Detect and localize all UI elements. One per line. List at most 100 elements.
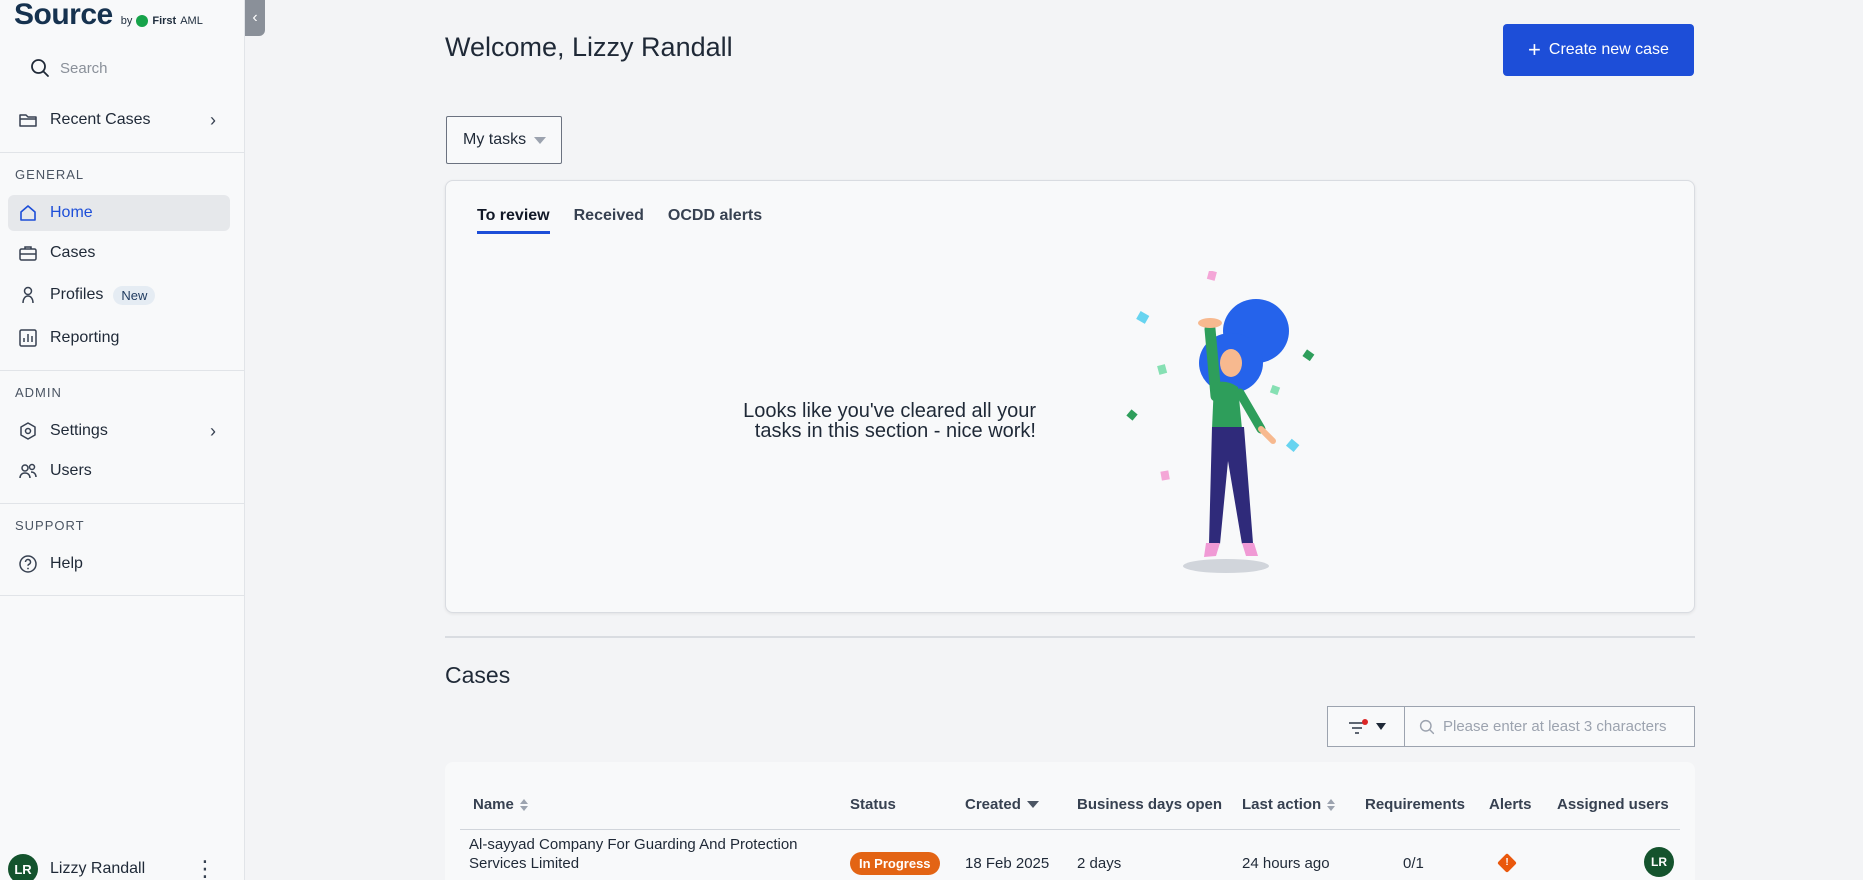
create-new-case-button[interactable]: + Create new case bbox=[1503, 24, 1694, 76]
chevron-right-icon: › bbox=[210, 109, 216, 130]
more-vertical-icon[interactable]: ⋮ bbox=[194, 858, 216, 880]
sidebar-item-settings[interactable]: Settings › bbox=[8, 413, 230, 449]
sidebar-divider bbox=[0, 503, 245, 504]
plus-icon: + bbox=[1528, 37, 1541, 62]
logo-brand: First bbox=[152, 15, 177, 27]
empty-line-1: Looks like you've cleared all your bbox=[743, 400, 1036, 422]
cases-table: Name Status Created Business days open L… bbox=[445, 762, 1695, 880]
cases-search-input[interactable] bbox=[1443, 718, 1693, 735]
sidebar-item-label: Home bbox=[50, 204, 93, 221]
filter-button[interactable] bbox=[1327, 706, 1405, 747]
column-header-business-days-open: Business days open bbox=[1077, 796, 1222, 813]
collapse-sidebar-button[interactable]: ‹ bbox=[245, 0, 265, 36]
help-icon bbox=[19, 555, 37, 573]
cases-search[interactable] bbox=[1404, 706, 1695, 747]
column-label: Status bbox=[850, 796, 896, 813]
sidebar-item-label: Settings bbox=[50, 422, 108, 439]
column-label: Assigned users bbox=[1557, 796, 1669, 813]
case-name-link[interactable]: Al-sayyad Company For Guarding And Prote… bbox=[469, 835, 798, 873]
business-days-open: 2 days bbox=[1077, 855, 1122, 872]
briefcase-icon bbox=[19, 246, 37, 261]
user-name: Lizzy Randall bbox=[50, 860, 146, 877]
sidebar-item-users[interactable]: Users bbox=[8, 453, 230, 489]
tab-ocdd-alerts[interactable]: OCDD alerts bbox=[668, 207, 762, 234]
my-tasks-dropdown[interactable]: My tasks bbox=[446, 116, 562, 164]
column-label: Name bbox=[473, 796, 514, 813]
column-label: Created bbox=[965, 796, 1021, 813]
tab-to-review[interactable]: To review bbox=[477, 207, 550, 234]
column-label: Last action bbox=[1242, 796, 1322, 813]
search-icon bbox=[31, 59, 49, 77]
chevron-right-icon: › bbox=[210, 420, 216, 441]
status-badge: In Progress bbox=[850, 852, 940, 875]
sort-icon bbox=[1327, 798, 1336, 811]
sidebar-item-reporting[interactable]: Reporting bbox=[8, 320, 230, 356]
section-label-general: GENERAL bbox=[15, 167, 85, 182]
logo-byline: by First AML bbox=[121, 15, 203, 27]
main-content: Welcome, Lizzy Randall + Create new case… bbox=[265, 0, 1863, 880]
tasks-card: To review Received OCDD alerts Looks lik… bbox=[445, 180, 1695, 613]
column-header-status: Status bbox=[850, 796, 896, 813]
logo-text: Source bbox=[14, 0, 113, 31]
sidebar-item-cases[interactable]: Cases bbox=[8, 235, 230, 271]
logo-by: by bbox=[120, 15, 133, 27]
sidebar-item-label: Cases bbox=[50, 244, 96, 261]
last-action: 24 hours ago bbox=[1242, 855, 1330, 872]
search-input[interactable] bbox=[60, 59, 190, 77]
case-name-line: Al-sayyad Company For Guarding And Prote… bbox=[469, 836, 798, 853]
empty-state-message: Looks like you've cleared all your tasks… bbox=[736, 401, 1036, 441]
filter-icon bbox=[1348, 718, 1368, 734]
column-label: Alerts bbox=[1489, 796, 1532, 813]
column-header-assigned-users: Assigned users bbox=[1557, 796, 1669, 813]
sidebar-item-label: Users bbox=[50, 462, 92, 479]
page-title: Welcome, Lizzy Randall bbox=[445, 32, 733, 62]
app-logo[interactable]: Source by First AML bbox=[14, 0, 203, 30]
avatar: LR bbox=[8, 854, 38, 880]
create-new-case-label: Create new case bbox=[1548, 41, 1669, 58]
task-tabs: To review Received OCDD alerts bbox=[477, 207, 762, 234]
report-chart-icon bbox=[19, 329, 37, 347]
home-icon bbox=[20, 205, 36, 221]
table-header-divider bbox=[460, 829, 1680, 830]
cases-heading: Cases bbox=[445, 662, 511, 688]
column-header-last-action[interactable]: Last action bbox=[1242, 796, 1336, 813]
sidebar-item-profiles[interactable]: Profiles New bbox=[8, 277, 230, 313]
column-header-name[interactable]: Name bbox=[473, 796, 528, 813]
settings-hex-icon bbox=[20, 422, 36, 440]
alert-glyph: ! bbox=[1505, 857, 1509, 868]
alert-warning-icon[interactable]: ! bbox=[1497, 853, 1517, 873]
requirements-count: 0/1 bbox=[1403, 855, 1424, 872]
sidebar-divider bbox=[0, 595, 245, 596]
sidebar-item-label: Help bbox=[50, 555, 83, 572]
sort-icon bbox=[519, 798, 528, 811]
sidebar-item-label: Recent Cases bbox=[50, 111, 151, 128]
section-label-admin: ADMIN bbox=[15, 385, 62, 400]
assigned-user-avatar[interactable]: LR bbox=[1644, 847, 1674, 877]
case-name-line: Services Limited bbox=[469, 855, 580, 872]
column-label: Business days open bbox=[1077, 796, 1223, 813]
sidebar-item-help[interactable]: Help bbox=[8, 546, 230, 582]
folder-icon bbox=[19, 114, 37, 127]
sidebar-item-label: Reporting bbox=[50, 329, 120, 346]
sort-descending-icon bbox=[1026, 801, 1039, 808]
new-badge: New bbox=[113, 285, 156, 305]
column-header-created[interactable]: Created bbox=[965, 796, 1039, 813]
dropdown-value: My tasks bbox=[463, 131, 527, 148]
search-icon bbox=[1419, 719, 1435, 734]
sidebar-item-label: Profiles bbox=[50, 286, 104, 303]
tab-received[interactable]: Received bbox=[574, 207, 644, 234]
chevron-left-icon: ‹ bbox=[252, 9, 258, 26]
caret-down-icon bbox=[534, 136, 547, 144]
sidebar-divider bbox=[0, 370, 245, 371]
created-date: 18 Feb 2025 bbox=[965, 855, 1050, 872]
user-menu[interactable]: LR Lizzy Randall ⋮ bbox=[8, 854, 230, 880]
column-header-alerts: Alerts bbox=[1489, 796, 1532, 813]
section-label-support: SUPPORT bbox=[15, 518, 85, 533]
sidebar-item-home[interactable]: Home bbox=[8, 195, 230, 231]
column-header-requirements: Requirements bbox=[1365, 796, 1465, 813]
firstaml-mark-icon bbox=[136, 15, 149, 27]
celebration-illustration bbox=[1126, 271, 1315, 573]
sidebar-item-recent-cases[interactable]: Recent Cases › bbox=[8, 102, 230, 138]
sidebar-search[interactable] bbox=[14, 48, 194, 88]
column-label: Requirements bbox=[1365, 796, 1466, 813]
